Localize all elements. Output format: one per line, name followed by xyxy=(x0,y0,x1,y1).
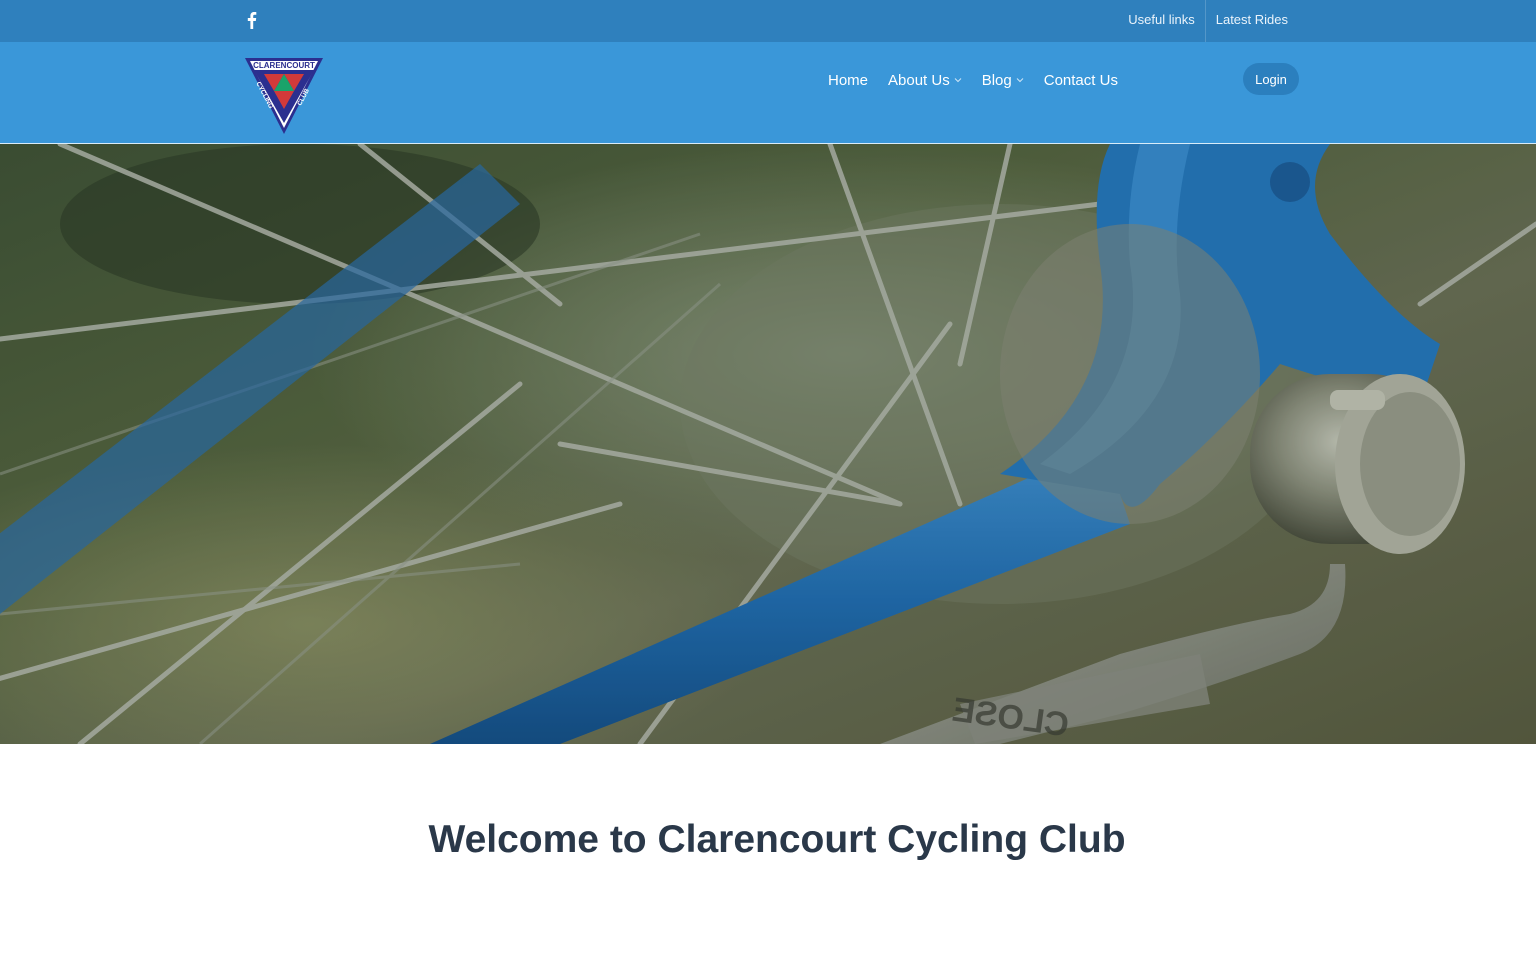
nav-home-label: Home xyxy=(828,71,869,89)
nav-about-us[interactable]: About Us xyxy=(878,72,972,89)
page-title: Welcome to Clarencourt Cycling Club xyxy=(428,818,1126,861)
logo-text-top: CLARENCOURT xyxy=(253,61,315,70)
facebook-icon[interactable] xyxy=(244,11,260,31)
hero-image: CLOSE xyxy=(0,144,1536,744)
welcome-section: Welcome to Clarencourt Cycling Club xyxy=(0,818,1536,862)
useful-links-link[interactable]: Useful links xyxy=(1118,0,1204,42)
nav-blog-label: Blog xyxy=(981,71,1012,89)
nav-about-us-label: About Us xyxy=(888,71,950,89)
main-header: CLARENCOURT CYCLING CLUB Home About Us B… xyxy=(0,42,1536,144)
top-links: Useful links Latest Rides xyxy=(1118,0,1298,42)
chevron-down-icon xyxy=(954,76,962,84)
chevron-down-icon xyxy=(1016,76,1024,84)
nav-home[interactable]: Home xyxy=(818,72,878,89)
latest-rides-link[interactable]: Latest Rides xyxy=(1206,0,1298,42)
login-button[interactable]: Login xyxy=(1243,63,1299,95)
nav-contact-us-label: Contact Us xyxy=(1043,71,1118,89)
nav-blog[interactable]: Blog xyxy=(972,72,1034,89)
bicycle-wheel-hub-photo: CLOSE xyxy=(0,144,1536,744)
top-utility-bar: Useful links Latest Rides xyxy=(0,0,1536,42)
nav-contact-us[interactable]: Contact Us xyxy=(1034,72,1128,89)
club-logo[interactable]: CLARENCOURT CYCLING CLUB xyxy=(244,57,324,135)
primary-nav: Home About Us Blog Contact Us xyxy=(818,69,1128,91)
